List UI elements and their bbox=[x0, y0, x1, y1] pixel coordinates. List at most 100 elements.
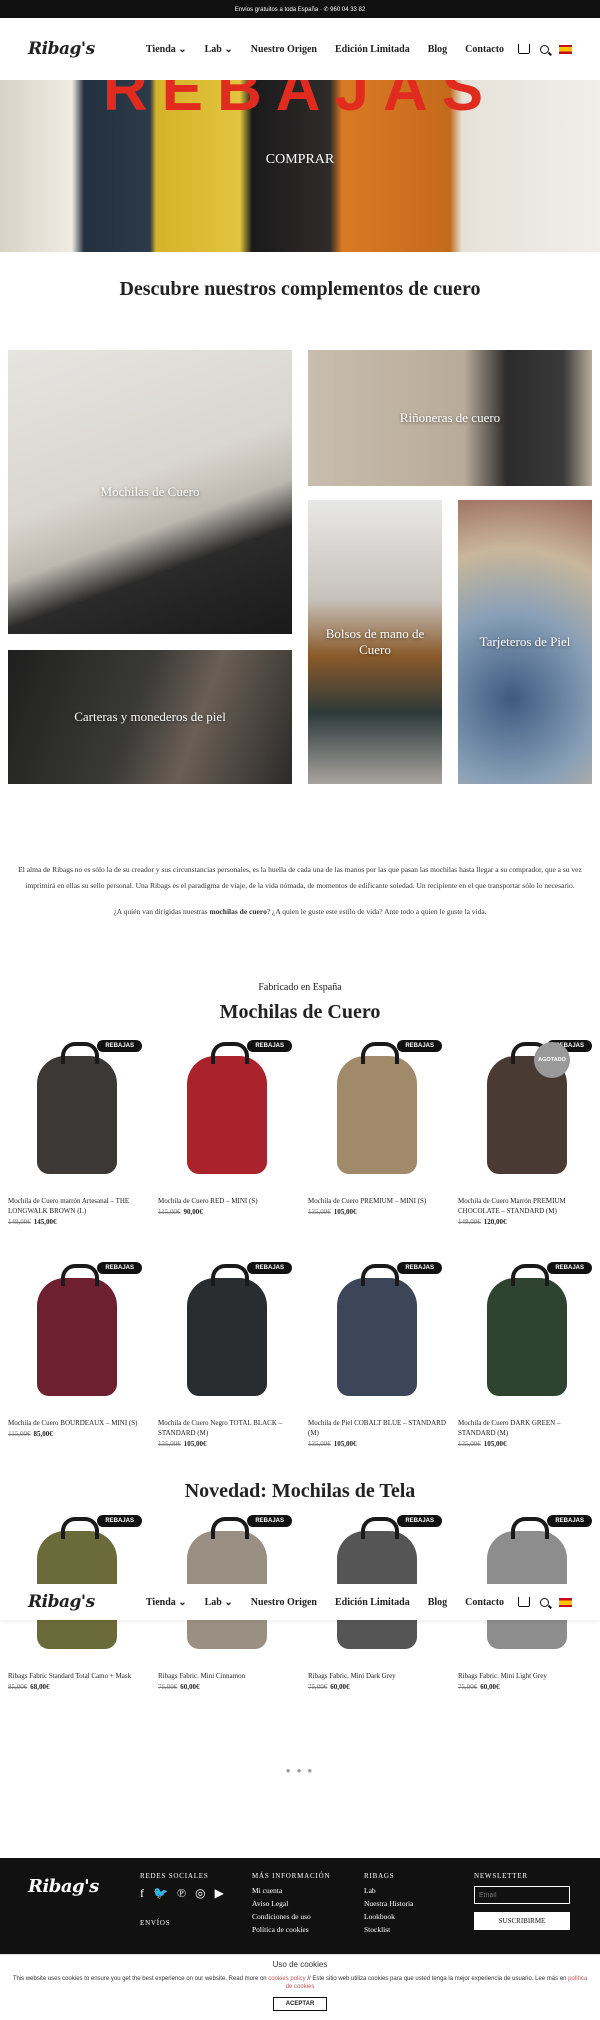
cookie-banner: Uso de cookies This website uses cookies… bbox=[0, 1954, 600, 2020]
sale-badge: REBAJAS bbox=[547, 1262, 592, 1274]
product-name[interactable]: Mochila de Cuero PREMIUM – MINI (S) bbox=[308, 1196, 446, 1206]
product-name[interactable]: Ribags Fabric. Mini Light Grey bbox=[458, 1671, 596, 1681]
footer-link-lab[interactable]: Lab bbox=[364, 1886, 413, 1895]
nav-item-blog[interactable]: Blog bbox=[428, 44, 447, 55]
sticky-cart-icon[interactable] bbox=[518, 1597, 530, 1607]
footer-link-condiciones[interactable]: Condiciones de uso bbox=[252, 1912, 330, 1921]
sticky-spain-flag-icon[interactable] bbox=[559, 1597, 572, 1607]
nav-item-nuestro-origen[interactable]: Nuestro Origen bbox=[251, 44, 317, 55]
category-label-carteras: Carteras y monederos de piel bbox=[74, 709, 226, 724]
product-name[interactable]: Mochila de Cuero BOURDEAUX – MINI (S) bbox=[8, 1418, 146, 1428]
old-price: 135,00€ bbox=[158, 1440, 181, 1448]
footer-ribags-logo[interactable]: Ribag's bbox=[28, 1876, 138, 1897]
sticky-ribags-logo[interactable]: Ribag's bbox=[28, 1592, 138, 1612]
sale-badge: REBAJAS bbox=[97, 1515, 142, 1527]
leather-product-card[interactable]: REBAJAS Mochila de Cuero PREMIUM – MINI (… bbox=[308, 1040, 446, 1216]
carousel-dots[interactable]: ● ● ● bbox=[0, 1766, 600, 1775]
product-name[interactable]: Ribags Fabric Standard Total Camo + Mask bbox=[8, 1671, 146, 1681]
sticky-nav-contacto[interactable]: Contacto bbox=[465, 1597, 504, 1608]
fabric-product-grid: REBAJAS Ribags Fabric Standard Total Camo… bbox=[0, 1515, 600, 1735]
product-name[interactable]: Ribags Fabric. Mini Cinnamon bbox=[158, 1671, 296, 1681]
category-tile-tarjeteros[interactable]: Tarjeteros de Piel bbox=[458, 500, 592, 784]
newsletter-email-input[interactable] bbox=[474, 1886, 570, 1904]
product-name[interactable]: Mochila de Cuero DARK GREEN – STANDARD (… bbox=[458, 1418, 596, 1438]
leather-product-card[interactable]: REBAJAS Mochila de Cuero DARK GREEN – STA… bbox=[458, 1262, 596, 1448]
backpack-image bbox=[187, 1042, 267, 1174]
product-name[interactable]: Ribags Fabric. Mini Dark Grey bbox=[308, 1671, 446, 1681]
subscribe-button[interactable]: SUSCRIBIRME bbox=[474, 1912, 570, 1930]
product-price: 75,00€ 60,00€ bbox=[308, 1683, 446, 1691]
sale-badge: REBAJAS bbox=[97, 1040, 142, 1052]
intro-link-mochilas[interactable]: mochilas de cuero bbox=[209, 907, 266, 916]
pinterest-icon[interactable]: ℗ bbox=[177, 1886, 186, 1901]
sale-price: 60,00€ bbox=[180, 1683, 200, 1691]
footer-link-historia[interactable]: Nuestra Historia bbox=[364, 1899, 413, 1908]
footer-link-mi-cuenta[interactable]: Mi cuenta bbox=[252, 1886, 330, 1895]
backpack-image bbox=[337, 1042, 417, 1174]
product-image[interactable]: REBAJAS AGOTADO bbox=[458, 1040, 596, 1190]
accept-cookies-button[interactable]: ACEPTAR bbox=[272, 1997, 328, 2011]
product-image[interactable]: REBAJAS bbox=[158, 1262, 296, 1412]
announcement-text: Envíos gratuitos a toda España · ✆ 960 0… bbox=[234, 6, 366, 13]
category-tile-bolsos[interactable]: Bolsos de mano de Cuero bbox=[308, 500, 442, 784]
category-tile-rinoneras[interactable]: Riñoneras de cuero bbox=[308, 350, 592, 486]
nav-item-tienda[interactable]: Tienda ⌄ bbox=[146, 44, 187, 55]
brand-intro: El alma de Ribags no es sólo la de su cr… bbox=[0, 862, 600, 920]
product-image[interactable]: REBAJAS bbox=[8, 1262, 146, 1412]
leather-product-card[interactable]: REBAJAS Mochila de Piel COBALT BLUE – STA… bbox=[308, 1262, 446, 1448]
nav-item-edicion-limitada[interactable]: Edición Limitada bbox=[335, 44, 410, 55]
old-price: 135,00€ bbox=[308, 1440, 331, 1448]
product-image[interactable]: REBAJAS bbox=[8, 1040, 146, 1190]
product-name[interactable]: Mochila de Cuero RED – MINI (S) bbox=[158, 1196, 296, 1206]
product-name[interactable]: Mochila de Piel COBALT BLUE – STANDARD (… bbox=[308, 1418, 446, 1438]
category-tile-carteras[interactable]: Carteras y monederos de piel bbox=[8, 650, 292, 784]
youtube-icon[interactable]: ▶ bbox=[215, 1886, 224, 1901]
cookie-policy-link[interactable]: cookies policy bbox=[268, 1976, 305, 1982]
nav-item-lab[interactable]: Lab ⌄ bbox=[205, 44, 233, 55]
cart-icon[interactable] bbox=[518, 44, 530, 54]
twitter-icon[interactable]: 🐦 bbox=[153, 1886, 168, 1901]
ribags-logo[interactable]: Ribag's bbox=[28, 39, 138, 59]
leather-product-card[interactable]: REBAJAS Mochila de Cuero marrón Artesanal… bbox=[8, 1040, 146, 1226]
spain-flag-icon[interactable] bbox=[559, 44, 572, 54]
sticky-nav-lab[interactable]: Lab ⌄ bbox=[205, 1597, 233, 1608]
leather-product-card[interactable]: REBAJAS Mochila de Cuero Negro TOTAL BLAC… bbox=[158, 1262, 296, 1448]
product-image[interactable]: REBAJAS bbox=[458, 1262, 596, 1412]
sticky-nav-blog[interactable]: Blog bbox=[428, 1597, 447, 1608]
leather-product-grid: REBAJAS Mochila de Cuero marrón Artesanal… bbox=[0, 1040, 600, 1480]
product-name[interactable]: Mochila de Cuero marrón Artesanal – THE … bbox=[8, 1196, 146, 1216]
search-icon[interactable] bbox=[540, 44, 549, 54]
sticky-nav-tienda[interactable]: Tienda ⌄ bbox=[146, 1597, 187, 1608]
old-price: 149,00€ bbox=[8, 1218, 31, 1226]
product-image[interactable]: REBAJAS bbox=[308, 1040, 446, 1190]
hero-banner[interactable]: REBAJAS COMPRAR bbox=[0, 80, 600, 252]
sticky-search-icon[interactable] bbox=[540, 1597, 549, 1607]
product-image[interactable]: REBAJAS bbox=[308, 1262, 446, 1412]
product-price: 135,00€ 105,00€ bbox=[308, 1440, 446, 1448]
hero-shop-button[interactable]: COMPRAR bbox=[0, 152, 600, 168]
instagram-icon[interactable]: ◎ bbox=[195, 1886, 205, 1901]
category-grid: Mochilas de Cuero Riñoneras de cuero Bol… bbox=[0, 350, 600, 810]
product-price: 149,00€ 145,00€ bbox=[8, 1218, 146, 1226]
old-price: 115,00€ bbox=[158, 1208, 181, 1216]
leather-product-card[interactable]: REBAJAS Mochila de Cuero RED – MINI (S) 11… bbox=[158, 1040, 296, 1216]
footer-link-aviso-legal[interactable]: Aviso Legal bbox=[252, 1899, 330, 1908]
footer-link-lookbook[interactable]: Lookbook bbox=[364, 1912, 413, 1921]
leather-product-card[interactable]: REBAJAS AGOTADO Mochila de Cuero Marrón PR… bbox=[458, 1040, 596, 1226]
sale-price: 60,00€ bbox=[330, 1683, 350, 1691]
product-name[interactable]: Mochila de Cuero Marrón PREMIUM CHOCOLAT… bbox=[458, 1196, 596, 1216]
product-name[interactable]: Mochila de Cuero Negro TOTAL BLACK – STA… bbox=[158, 1418, 296, 1438]
nav-item-contacto[interactable]: Contacto bbox=[465, 44, 504, 55]
footer-link-cookies[interactable]: Política de cookies bbox=[252, 1925, 330, 1934]
product-image[interactable]: REBAJAS bbox=[158, 1040, 296, 1190]
category-tile-mochilas[interactable]: Mochilas de Cuero bbox=[8, 350, 292, 634]
sale-price: 85,00€ bbox=[33, 1430, 53, 1438]
sticky-nav-nuestro-origen[interactable]: Nuestro Origen bbox=[251, 1597, 317, 1608]
sale-badge: REBAJAS bbox=[397, 1262, 442, 1274]
product-price: 85,00€ 68,00€ bbox=[8, 1683, 146, 1691]
footer-link-stocklist[interactable]: Stocklist bbox=[364, 1925, 413, 1934]
facebook-icon[interactable]: f bbox=[140, 1886, 144, 1901]
leather-product-card[interactable]: REBAJAS Mochila de Cuero BOURDEAUX – MINI… bbox=[8, 1262, 146, 1438]
category-label-tarjeteros: Tarjeteros de Piel bbox=[479, 634, 571, 649]
sticky-nav-edicion-limitada[interactable]: Edición Limitada bbox=[335, 1597, 410, 1608]
